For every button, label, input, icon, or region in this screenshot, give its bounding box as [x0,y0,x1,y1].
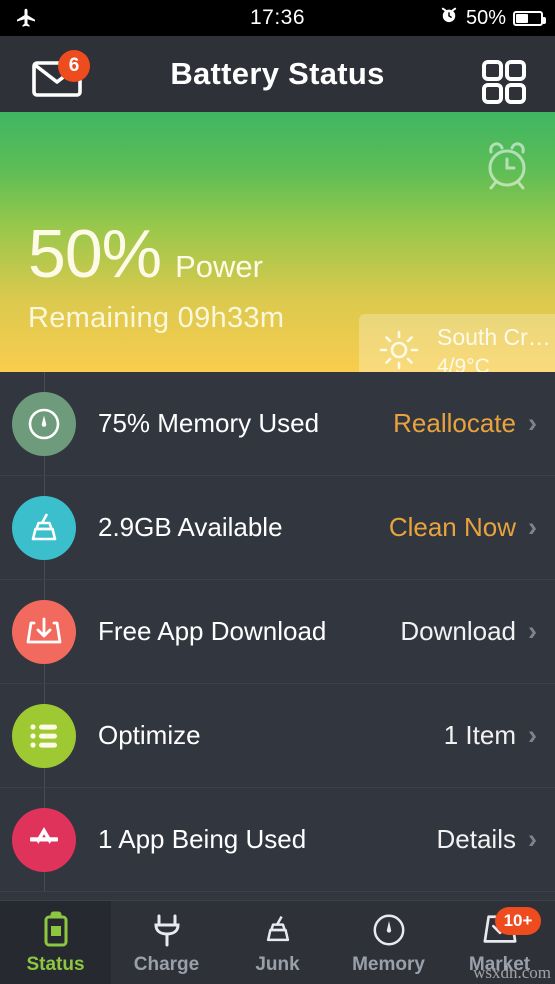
gauge-icon [12,391,76,456]
list-item[interactable]: 1 App Being Used Details › [0,788,555,892]
chevron-right-icon: › [528,512,537,542]
sun-icon [377,328,421,373]
chevron-right-icon: › [528,408,537,438]
list-item-action[interactable]: Reallocate [393,408,516,439]
tab-label: Memory [352,953,425,975]
gauge-icon [371,910,407,950]
battery-icon [41,910,71,950]
page-title: Battery Status [170,56,385,91]
grid-menu-icon [481,60,527,109]
tab-junk[interactable]: Junk [222,901,333,984]
download-tray-icon [12,599,76,664]
chevron-right-icon: › [528,824,537,854]
tab-charge[interactable]: Charge [111,901,222,984]
tab-label: Status [26,953,85,975]
plug-icon [151,910,183,950]
list-item-action[interactable]: Download [400,616,516,647]
list-item[interactable]: 2.9GB Available Clean Now › [0,476,555,580]
list-item-label: 2.9GB Available [98,512,283,542]
app-screen: 17:36 50% 6 Battery Status 50% Power Rem… [0,0,555,984]
weather-temperature-label: 4/9°C [437,355,490,372]
status-bar: 17:36 50% [0,0,555,36]
battery-percent-word: Power [175,249,263,284]
alarm-clock-icon[interactable] [481,137,533,198]
battery-percent-value: 50% [28,216,162,292]
alarm-clock-icon [439,5,459,31]
list-item-label: 75% Memory Used [98,408,320,438]
watermark: wsxdn.com [473,963,551,982]
tab-label: Charge [133,953,200,975]
battery-remaining-label: Remaining 09h33m [28,302,285,334]
list-item[interactable]: Optimize 1 Item › [0,684,555,788]
chevron-right-icon: › [528,616,537,646]
battery-icon [513,10,546,26]
battery-hero-panel: 50% Power Remaining 09h33m South Cr… 4/9… [0,112,555,372]
chevron-right-icon: › [528,720,537,750]
weather-city-label: South Cr… [437,324,551,351]
tab-memory[interactable]: Memory [333,901,444,984]
market-badge: 10+ [495,907,541,935]
app-header: 6 Battery Status [0,36,555,112]
list-item-action[interactable]: 1 Item [444,720,516,751]
list-item[interactable]: Free App Download Download › [0,580,555,684]
tab-label: Junk [255,953,300,975]
list-item-label: 1 App Being Used [98,824,307,854]
weather-widget[interactable]: South Cr… 4/9°C [359,314,555,372]
battery-summary: 50% Power Remaining 09h33m [28,220,284,335]
broom-icon [261,910,295,950]
status-list: 75% Memory Used Reallocate › 2.9GB Avail… [0,372,555,892]
list-item-action[interactable]: Details [437,824,516,855]
list-item-label: Free App Download [98,616,327,646]
battery-percent-label: 50% [465,6,506,29]
list-item-action[interactable]: Clean Now [389,512,516,543]
bottom-tab-bar: Status Charge Junk Memory 10+ Market [0,900,555,984]
grid-menu-button[interactable] [481,59,527,110]
tab-status[interactable]: Status [0,901,111,984]
list-item-label: Optimize [98,720,201,750]
app-store-icon [12,807,76,872]
broom-icon [12,495,76,560]
bullet-list-icon [12,703,76,768]
status-bar-right: 50% [439,5,546,31]
list-item[interactable]: 75% Memory Used Reallocate › [0,372,555,476]
